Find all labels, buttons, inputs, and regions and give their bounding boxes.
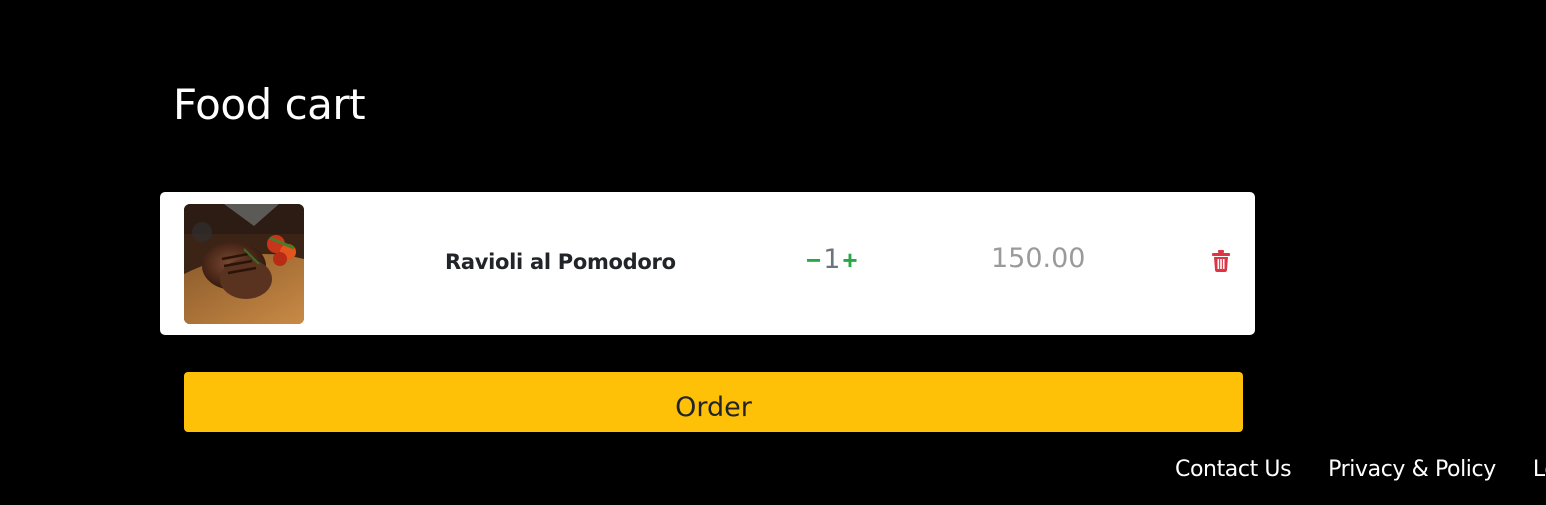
trash-icon[interactable] — [1212, 250, 1230, 272]
increase-quantity-button[interactable]: + — [842, 245, 857, 275]
footer-link-privacy-policy[interactable]: Privacy & Policy — [1328, 455, 1496, 485]
food-image — [184, 204, 304, 324]
item-name: Ravioli al Pomodoro — [445, 250, 676, 274]
footer-link-contact-us[interactable]: Contact Us — [1175, 455, 1292, 485]
cart-item: Ravioli al Pomodoro − 1 + 150.00 — [160, 192, 1255, 335]
footer-links: Contact Us Privacy & Policy Lo — [1175, 455, 1546, 485]
quantity-value: 1 — [823, 244, 841, 275]
item-price: 150.00 — [991, 243, 1086, 274]
page-title: Food cart — [173, 80, 366, 129]
footer-link-truncated[interactable]: Lo — [1533, 455, 1546, 485]
quantity-stepper: − 1 + — [806, 244, 858, 276]
order-button[interactable]: Order — [184, 372, 1243, 432]
decrease-quantity-button[interactable]: − — [806, 245, 821, 275]
